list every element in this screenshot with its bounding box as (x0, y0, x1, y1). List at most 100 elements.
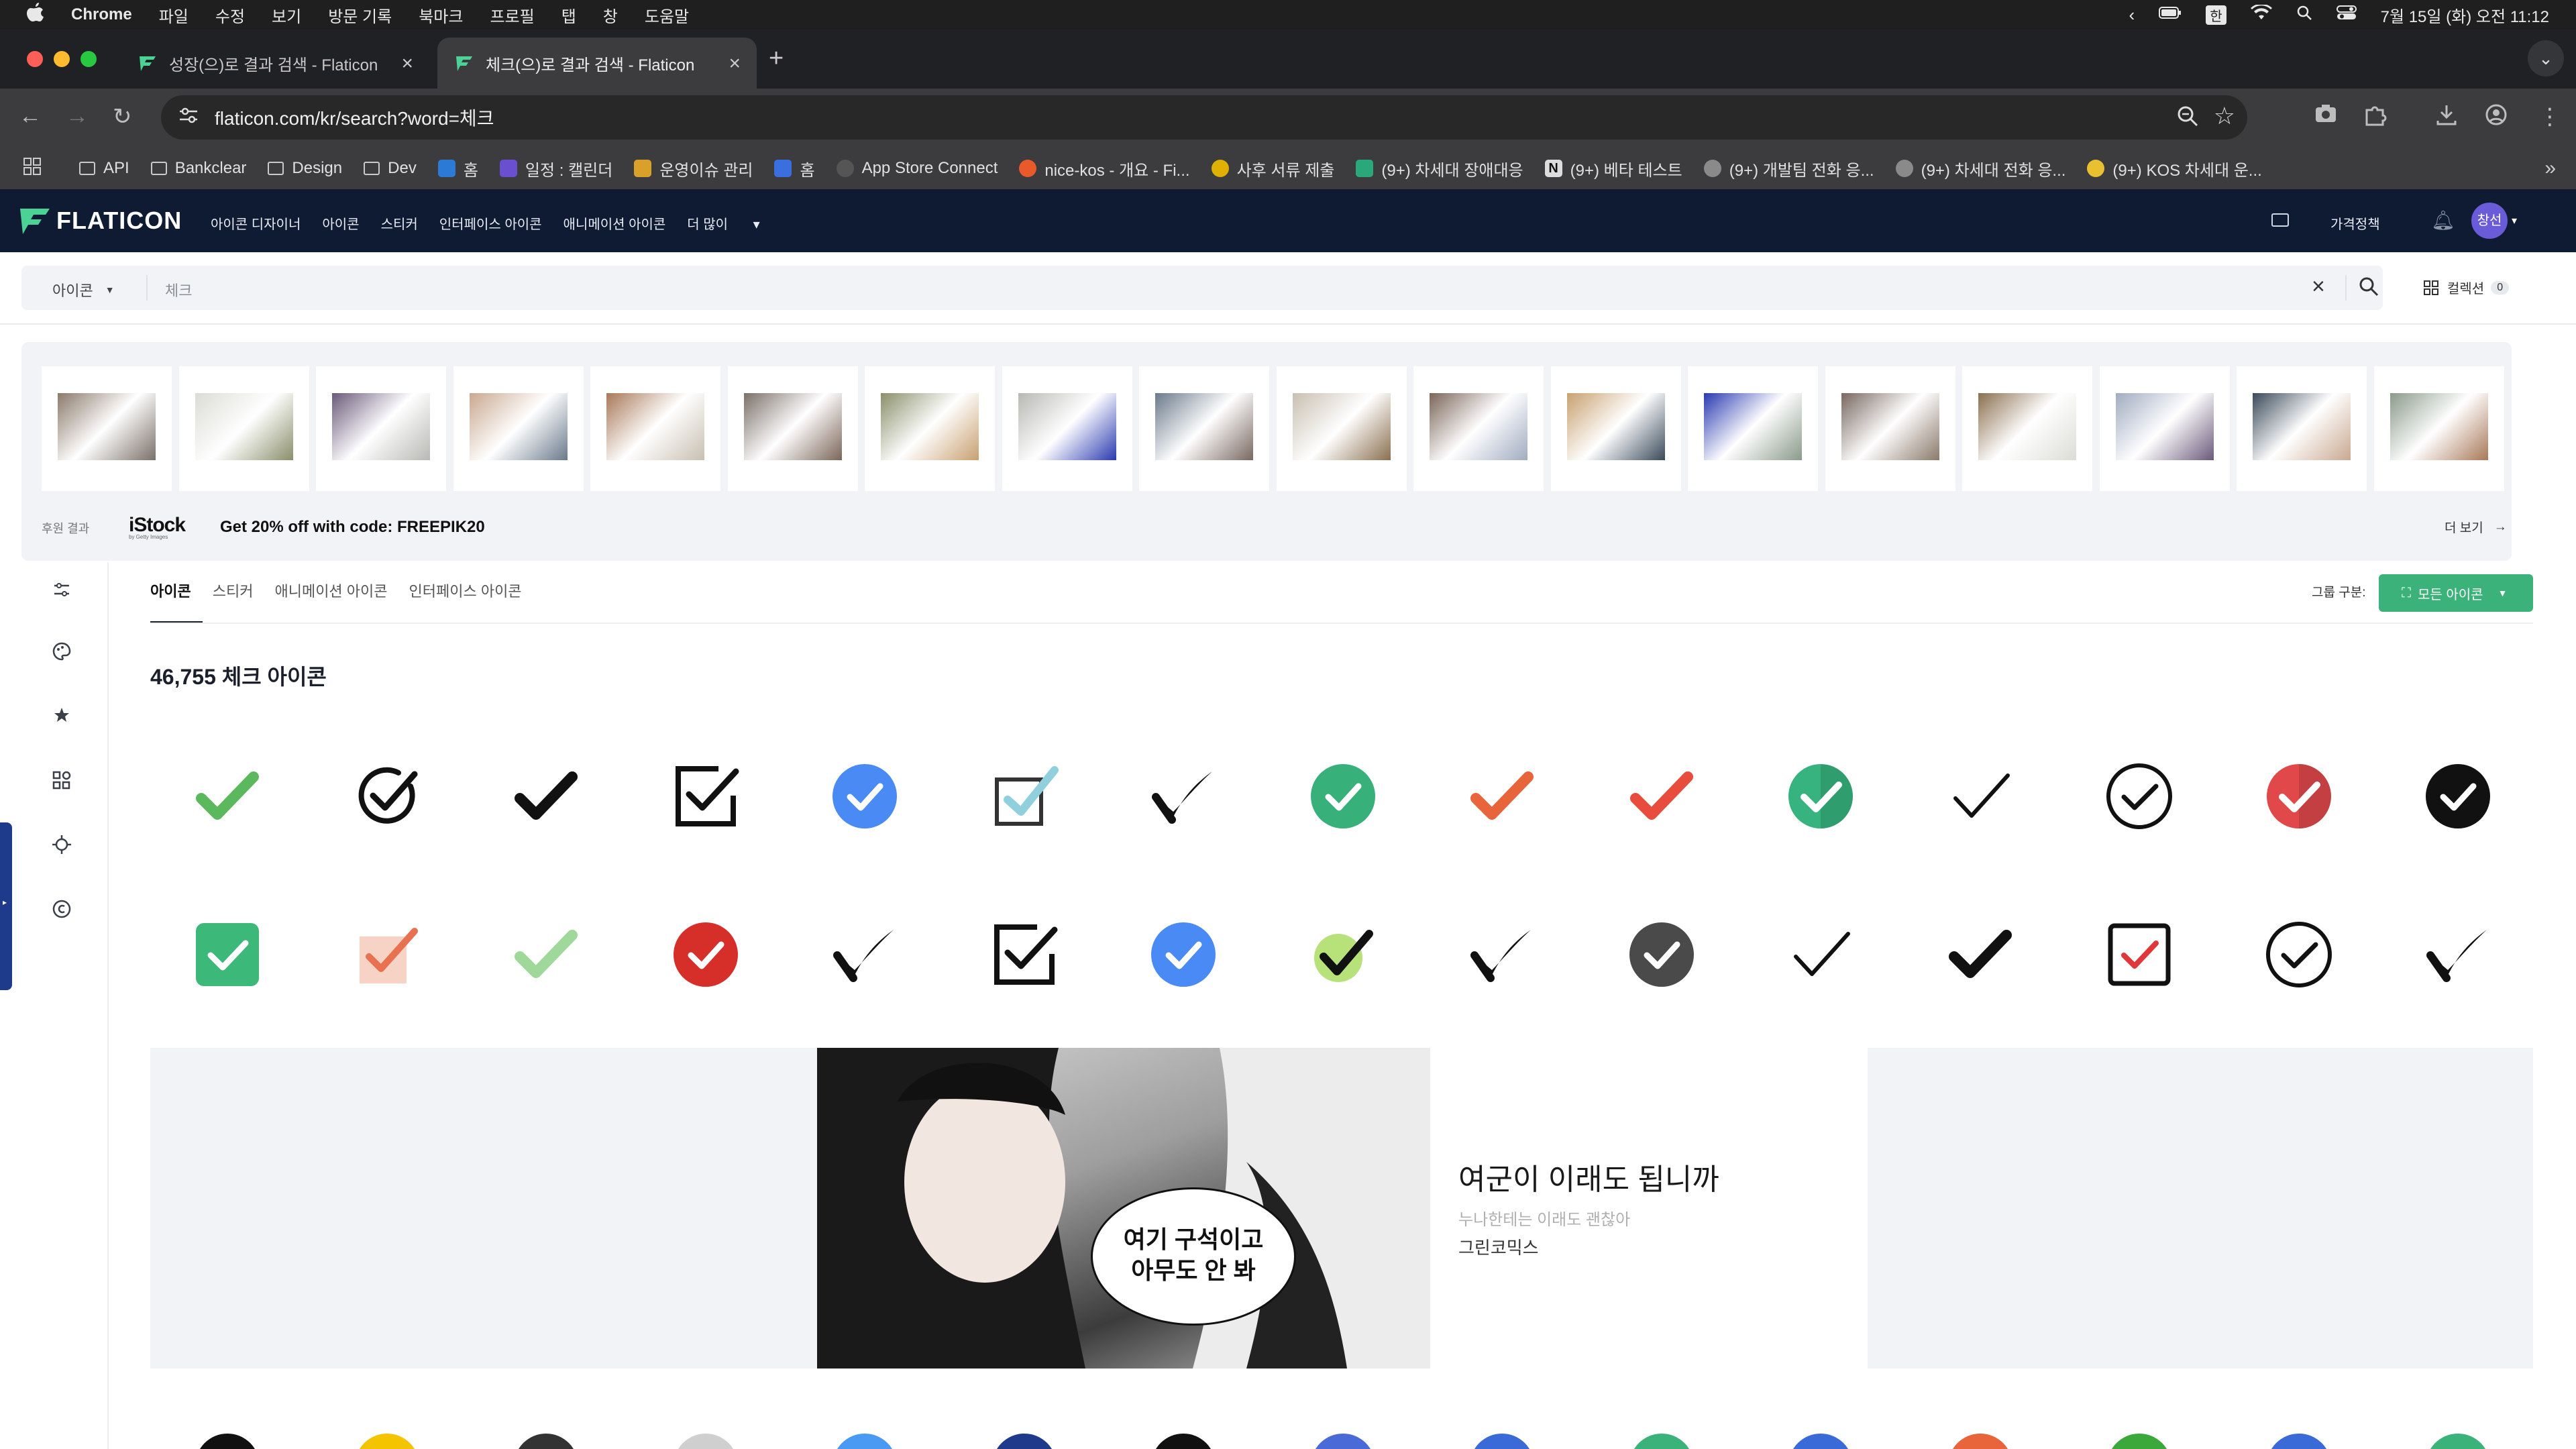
browser-tab-growth[interactable]: 성장(으)로 결과 검색 - Flaticon × (121, 38, 429, 89)
app-menu-chrome[interactable]: Chrome (71, 5, 132, 24)
check-icon-result[interactable] (1625, 1429, 1699, 1449)
check-icon-result[interactable] (669, 1429, 743, 1449)
sponsored-photo-thumbnail[interactable] (1962, 366, 2092, 491)
sponsored-photo-thumbnail[interactable] (590, 366, 720, 491)
zoom-icon[interactable] (2176, 105, 2199, 132)
camera-icon[interactable] (2314, 103, 2337, 129)
check-icon-result[interactable] (669, 759, 743, 833)
sponsored-photo-thumbnail[interactable] (1002, 366, 1132, 491)
sponsored-photo-thumbnail[interactable] (727, 366, 858, 491)
check-icon-result[interactable] (350, 759, 424, 833)
shapes-icon[interactable] (48, 770, 75, 797)
check-icon-result[interactable] (1146, 918, 1220, 991)
input-source-icon[interactable]: 한 (2206, 5, 2226, 25)
tab-animated-icons[interactable]: 애니메이션 아이콘 (274, 580, 387, 601)
tab-icons[interactable]: 아이콘 (150, 580, 191, 601)
check-icon-result[interactable] (2262, 759, 2336, 833)
check-icon-result[interactable] (1465, 1429, 1539, 1449)
color-palette-icon[interactable] (48, 641, 75, 668)
sponsored-photo-thumbnail[interactable] (2237, 366, 2367, 491)
control-center-icon[interactable] (2336, 5, 2357, 25)
battery-icon[interactable] (2159, 5, 2182, 24)
check-icon-result[interactable] (1465, 918, 1539, 991)
apple-menu-icon[interactable] (27, 2, 44, 28)
check-icon-result[interactable] (509, 1429, 583, 1449)
nav-more[interactable]: 더 많이 ▾ (687, 213, 759, 233)
more-bookmarks-chevron-icon[interactable]: » (2544, 157, 2556, 180)
search-icon[interactable] (2359, 276, 2379, 300)
sponsored-photo-thumbnail[interactable] (178, 366, 309, 491)
nav-icon-designer[interactable]: 아이콘 디자이너 (211, 213, 301, 233)
check-icon-result[interactable] (1625, 918, 1699, 991)
back-arrow-icon[interactable]: ← (19, 103, 42, 129)
check-icon-result[interactable] (2421, 759, 2495, 833)
bookmark-app-store-connect[interactable]: App Store Connect (836, 159, 998, 178)
check-icon-result[interactable] (828, 918, 902, 991)
flaticon-logo[interactable]: FLATICON (20, 207, 182, 235)
check-icon-result[interactable] (2421, 1429, 2495, 1449)
collections-button[interactable]: 컬렉션 0 (2423, 278, 2510, 297)
stroke-target-icon[interactable] (48, 835, 75, 861)
nav-interface-icons[interactable]: 인터페이스 아이콘 (439, 213, 542, 233)
bookmark-beta-test[interactable]: N (9+) 베타 테스트 (1544, 157, 1682, 180)
check-icon-result[interactable] (1784, 1429, 1858, 1449)
check-icon-result[interactable] (1943, 918, 2017, 991)
check-icon-result[interactable] (828, 1429, 902, 1449)
bookmark-nice-kos[interactable]: nice-kos - 개요 - Fi... (1019, 157, 1190, 180)
sponsored-photo-thumbnail[interactable] (1825, 366, 1955, 491)
istock-logo[interactable]: iStock by Getty Images (129, 514, 186, 540)
url-text[interactable]: flaticon.com/kr/search?word=체크 (215, 104, 494, 131)
nav-stickers[interactable]: 스티커 (381, 213, 418, 233)
tab-stickers[interactable]: 스티커 (213, 580, 254, 601)
side-drawer-handle[interactable]: ▸ (0, 822, 12, 990)
ad-banner[interactable]: 여기 구석이고 아무도 안 봐 여군이 이래도 됩니까 누나한테는 이래도 괜찮… (150, 1048, 2533, 1368)
pricing-link[interactable]: 가격정책 (2330, 213, 2380, 233)
spotlight-search-icon[interactable] (2296, 5, 2312, 25)
sponsored-photo-thumbnail[interactable] (1550, 366, 1681, 491)
license-copyright-icon[interactable] (48, 899, 75, 926)
address-bar[interactable]: flaticon.com/kr/search?word=체크 ☆ (161, 95, 2247, 140)
check-icon-result[interactable] (350, 1429, 424, 1449)
profile-account-icon[interactable] (2485, 103, 2508, 132)
browser-tab-check[interactable]: 체크(으)로 결과 검색 - Flaticon × (437, 38, 757, 89)
bookmark-folder-bankclear[interactable]: Bankclear (150, 159, 246, 178)
check-icon-result[interactable] (191, 1429, 264, 1449)
check-icon-result[interactable] (350, 918, 424, 991)
filters-sliders-icon[interactable] (48, 580, 75, 606)
forward-arrow-icon[interactable]: → (66, 103, 89, 129)
menu-edit[interactable]: 수정 (215, 3, 245, 27)
check-icon-result[interactable] (987, 759, 1061, 833)
check-icon-result[interactable] (2262, 1429, 2336, 1449)
wifi-icon[interactable] (2250, 3, 2272, 25)
check-icon-result[interactable] (1943, 1429, 2017, 1449)
check-icon-result[interactable] (1306, 1429, 1380, 1449)
menu-profile[interactable]: 프로필 (490, 3, 534, 27)
comic-illustration[interactable]: 여기 구석이고 아무도 안 봐 (817, 1048, 1430, 1368)
extensions-puzzle-icon[interactable] (2364, 103, 2387, 132)
check-icon-result[interactable] (1306, 918, 1380, 991)
apps-grid-icon[interactable] (23, 157, 42, 180)
sponsored-photo-thumbnail[interactable] (2373, 366, 2504, 491)
ad-text-panel[interactable]: 여군이 이래도 됩니까 누나한테는 이래도 괜찮아 그린코믹스 (1430, 1048, 1868, 1368)
check-icon-result[interactable] (191, 918, 264, 991)
download-icon[interactable] (2435, 103, 2458, 132)
search-type-dropdown[interactable]: 아이콘 ▼ (52, 279, 115, 301)
close-tab-icon[interactable]: × (729, 52, 741, 75)
user-menu[interactable]: 창선 ▾ (2471, 203, 2517, 239)
sponsored-photo-thumbnail[interactable] (316, 366, 446, 491)
menu-help[interactable]: 도움말 (645, 3, 689, 27)
site-info-icon[interactable] (178, 107, 199, 129)
close-window-button[interactable] (27, 51, 43, 67)
bookmark-document-submit[interactable]: 사후 서류 제출 (1211, 157, 1334, 180)
sponsored-photo-thumbnail[interactable] (1139, 366, 1269, 491)
see-more-link[interactable]: 더 보기 → (2445, 518, 2507, 536)
menu-history[interactable]: 방문 기록 (328, 3, 392, 27)
menu-file[interactable]: 파일 (159, 3, 189, 27)
bookmark-folder-api[interactable]: API (79, 159, 129, 178)
clock-text[interactable]: 7월 15일 (화) 오전 11:12 (2381, 3, 2549, 27)
bookmark-home[interactable]: 홈 (437, 157, 478, 180)
nav-icons[interactable]: 아이콘 (322, 213, 359, 233)
tab-search-chevron-down-icon[interactable]: ⌄ (2528, 40, 2564, 76)
language-flag-icon[interactable] (2271, 213, 2289, 227)
close-tab-icon[interactable]: × (401, 52, 413, 75)
